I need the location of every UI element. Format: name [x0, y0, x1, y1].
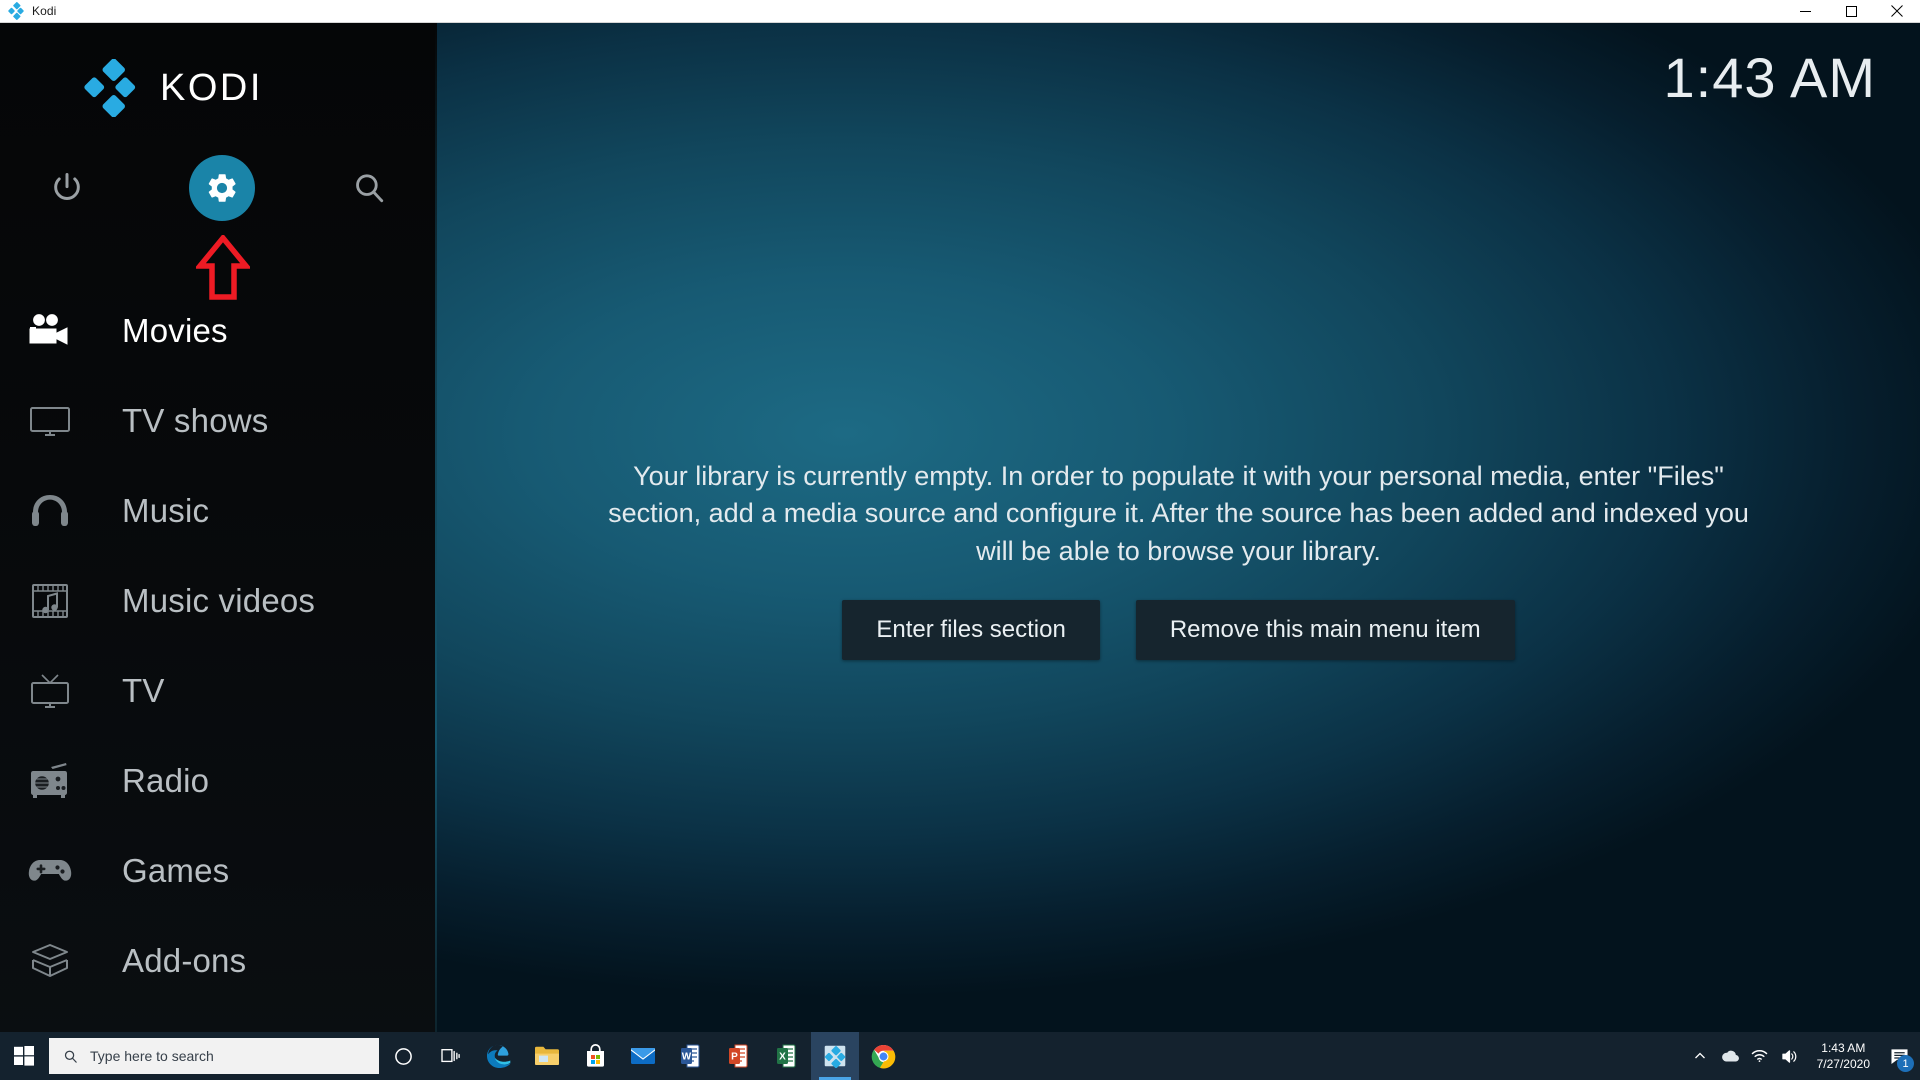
- excel-icon[interactable]: X: [763, 1032, 811, 1080]
- empty-library-message: Your library is currently empty. In orde…: [608, 461, 1749, 566]
- word-icon[interactable]: W: [667, 1032, 715, 1080]
- svg-text:W: W: [682, 1052, 692, 1063]
- kodi-logo-mark-icon: [84, 58, 140, 118]
- maximize-icon[interactable]: [1828, 0, 1874, 23]
- menu-item-label: Add-ons: [122, 942, 247, 979]
- television-icon: [22, 398, 78, 444]
- microsoft-store-icon[interactable]: [571, 1032, 619, 1080]
- open-box-icon: [22, 938, 78, 984]
- kodi-top-icon-row: [0, 149, 437, 227]
- search-icon[interactable]: [340, 159, 398, 217]
- volume-icon[interactable]: [1775, 1032, 1805, 1080]
- windows-start-icon[interactable]: [0, 1032, 48, 1080]
- svg-text:P: P: [731, 1052, 738, 1063]
- menu-item-music[interactable]: Music: [0, 466, 437, 556]
- mail-icon[interactable]: [619, 1032, 667, 1080]
- menu-item-label: Radio: [122, 762, 210, 799]
- kodi-logo-icon: [7, 2, 25, 20]
- enter-files-section-button[interactable]: Enter files section: [842, 599, 1100, 660]
- power-icon[interactable]: [38, 159, 96, 217]
- kodi-clock: 1:43 AM: [1663, 46, 1876, 109]
- window-title: Kodi: [32, 4, 57, 18]
- menu-item-label: TV shows: [122, 402, 269, 439]
- kodi-main-content: Your library is currently empty. In orde…: [437, 23, 1920, 1048]
- kodi-main-menu: Movies TV shows Music Music videos TV Ra…: [0, 286, 437, 1048]
- menu-item-label: Music: [122, 492, 210, 529]
- window-titlebar: Kodi: [0, 0, 1920, 23]
- search-icon: [64, 1050, 77, 1063]
- taskbar-clock[interactable]: 1:43 AM 7/27/2020: [1805, 1032, 1882, 1080]
- kodi-logo-text: KODI: [160, 66, 263, 109]
- taskbar-search-input[interactable]: Type here to search: [49, 1038, 379, 1074]
- onedrive-icon[interactable]: [1715, 1032, 1745, 1080]
- wifi-icon[interactable]: [1745, 1032, 1775, 1080]
- menu-item-label: TV: [122, 672, 165, 709]
- menu-item-label: Movies: [122, 312, 228, 349]
- chevron-up-icon[interactable]: [1685, 1032, 1715, 1080]
- taskbar-time: 1:43 AM: [1821, 1040, 1866, 1055]
- gamepad-icon: [22, 848, 78, 894]
- radio-icon: [22, 758, 78, 804]
- annotation-up-arrow: [194, 233, 252, 301]
- menu-item-tv-shows[interactable]: TV shows: [0, 376, 437, 466]
- notification-badge: 1: [1897, 1055, 1914, 1072]
- remove-main-menu-item-button[interactable]: Remove this main menu item: [1135, 599, 1515, 660]
- menu-item-music-videos[interactable]: Music videos: [0, 556, 437, 646]
- powerpoint-icon[interactable]: P: [715, 1032, 763, 1080]
- svg-text:X: X: [779, 1052, 786, 1063]
- windows-taskbar: Type here to search W P X 1:43 AM 7/27/2…: [0, 1032, 1920, 1080]
- chrome-icon[interactable]: [859, 1032, 907, 1080]
- kodi-taskbar-icon[interactable]: [811, 1032, 859, 1080]
- kodi-application: 1:43 AM Your library is currently empty.…: [0, 23, 1920, 1048]
- menu-item-label: Games: [122, 852, 230, 889]
- taskbar-date: 7/27/2020: [1816, 1057, 1870, 1071]
- menu-item-add-ons[interactable]: Add-ons: [0, 916, 437, 1006]
- tv-antenna-icon: [22, 668, 78, 714]
- headphones-icon: [22, 488, 78, 534]
- edge-icon[interactable]: [475, 1032, 523, 1080]
- system-tray: 1:43 AM 7/27/2020 1: [1685, 1032, 1920, 1080]
- kodi-logo: KODI: [84, 58, 263, 118]
- task-view-icon[interactable]: [427, 1032, 475, 1080]
- menu-item-tv[interactable]: TV: [0, 646, 437, 736]
- cortana-icon[interactable]: [379, 1032, 427, 1080]
- kodi-sidebar: KODI Movies TV shows Music Music videos …: [0, 23, 437, 1048]
- taskbar-search-placeholder: Type here to search: [90, 1048, 214, 1064]
- notification-center-icon[interactable]: 1: [1882, 1032, 1916, 1080]
- menu-item-radio[interactable]: Radio: [0, 736, 437, 826]
- empty-library-actions: Enter files section Remove this main men…: [842, 599, 1515, 660]
- menu-item-games[interactable]: Games: [0, 826, 437, 916]
- close-icon[interactable]: [1874, 0, 1920, 23]
- minimize-icon[interactable]: [1782, 0, 1828, 23]
- gear-icon[interactable]: [189, 155, 255, 221]
- movie-camera-icon: [22, 308, 78, 354]
- file-explorer-icon[interactable]: [523, 1032, 571, 1080]
- music-video-icon: [22, 578, 78, 624]
- menu-item-label: Music videos: [122, 582, 316, 619]
